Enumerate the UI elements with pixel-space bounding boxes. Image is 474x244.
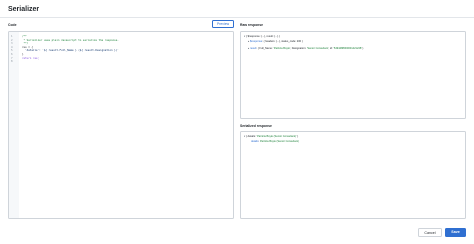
line-number: 1 xyxy=(11,35,13,38)
line-number: 6 xyxy=(11,53,13,56)
raw-response-viewer: ▾ { $response: {...}, result: {...} } ▸ … xyxy=(240,31,466,119)
raw-result-designation: 'Senior Consultant' xyxy=(306,47,329,50)
raw-result-id: '5494488000001421248' xyxy=(333,47,362,50)
serialized-details-node: details: Patricia Boyle (Senior Consulta… xyxy=(251,140,299,143)
preview-button[interactable]: Preview xyxy=(212,20,234,28)
raw-response-key: $response xyxy=(250,40,263,43)
line-number: 8 xyxy=(11,60,13,64)
line-number: 5 xyxy=(11,49,13,53)
cancel-button[interactable]: Cancel xyxy=(418,228,442,237)
header-divider xyxy=(0,17,474,18)
raw-root-node[interactable]: ▾ { $response: {...}, result: {...} } xyxy=(244,35,280,38)
raw-result-suffix: } xyxy=(361,47,364,50)
serialized-details-key: details xyxy=(251,140,259,143)
page-title: Serializer xyxy=(8,6,40,13)
code-line: **/ xyxy=(22,42,29,46)
code-line: } xyxy=(22,53,24,56)
code-line: return res; xyxy=(22,56,40,60)
serialized-response-label: Serialized response xyxy=(240,124,272,128)
raw-result-full-name: 'Patricia Boyle' xyxy=(273,47,291,50)
serialized-details-value: Patricia Boyle (Senior Consultant) xyxy=(259,140,299,143)
serialized-root-prefix: { details: xyxy=(246,135,257,138)
code-line: 'details': `${ result.Full_Name } (${ re… xyxy=(22,49,119,53)
line-number: 3 xyxy=(11,42,13,46)
raw-root-summary: { $response: {...}, result: {...} } xyxy=(246,35,280,38)
serialized-root-value: 'Patricia Boyle (Senior Consultant)' xyxy=(256,135,297,138)
raw-response-label: Raw response xyxy=(240,23,263,27)
save-button[interactable]: Save xyxy=(445,228,466,237)
raw-response-node[interactable]: ▸ $response: { headers: {...}, status_co… xyxy=(248,40,303,43)
raw-response-value: { headers: {...}, status_code: 200 } xyxy=(263,40,303,43)
serialized-response-viewer: ▾ { details: 'Patricia Boyle (Senior Con… xyxy=(240,131,466,219)
serialized-root-node[interactable]: ▾ { details: 'Patricia Boyle (Senior Con… xyxy=(244,135,298,138)
raw-result-node[interactable]: ▸ result: { Full_Name: 'Patricia Boyle',… xyxy=(248,47,363,50)
raw-result-designation-key: , Designation: xyxy=(290,47,307,50)
code-line: * Serializer uses plain Javascript to se… xyxy=(22,38,119,42)
code-label: Code xyxy=(8,23,17,27)
code-editor[interactable]: 1 2 3 4 5 6 7 8 /** * Serializer uses pl… xyxy=(8,31,234,219)
raw-result-prefix: { Full_Name: xyxy=(257,47,274,50)
serialized-root-suffix: } xyxy=(296,135,299,138)
code-line: /** xyxy=(22,35,27,38)
